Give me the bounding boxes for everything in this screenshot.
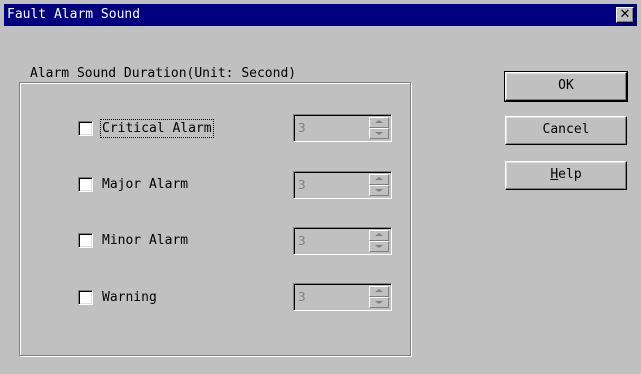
critical-alarm-decrement-button[interactable] [369,128,389,139]
fault-alarm-sound-dialog: Fault Alarm Sound ✕ Alarm Sound Duration… [0,0,641,374]
warning-checkbox[interactable] [78,290,93,305]
help-button[interactable]: Help [505,161,627,190]
arrow-up-icon [375,120,383,123]
critical-alarm-checkbox[interactable] [78,121,93,136]
help-label: elp [558,167,582,182]
critical-alarm-increment-button[interactable] [369,117,389,128]
alarm-row-minor: Minor Alarm [78,231,278,251]
minor-alarm-duration-value: 3 [298,234,306,248]
alarm-row-warning: Warning [78,288,278,308]
warning-label[interactable]: Warning [102,290,157,305]
window-title: Fault Alarm Sound [7,7,141,22]
arrow-down-icon [375,245,383,248]
arrow-up-icon [375,177,383,180]
cancel-button[interactable]: Cancel [505,116,627,145]
help-accelerator: H [550,167,559,182]
close-icon: ✕ [619,7,631,22]
arrow-down-icon [375,132,383,135]
minor-alarm-duration-spinner[interactable]: 3 [293,227,392,255]
critical-alarm-duration-spinner[interactable]: 3 [293,114,392,142]
arrow-down-icon [375,301,383,304]
close-button[interactable]: ✕ [616,7,634,23]
ok-button[interactable]: OK [504,71,628,102]
major-alarm-decrement-button[interactable] [369,185,389,196]
critical-alarm-duration-value: 3 [298,121,306,135]
arrow-up-icon [375,289,383,292]
major-alarm-increment-button[interactable] [369,174,389,185]
arrow-up-icon [375,233,383,236]
major-alarm-checkbox[interactable] [78,177,93,192]
warning-duration-spinner[interactable]: 3 [293,283,392,311]
minor-alarm-label[interactable]: Minor Alarm [102,233,188,248]
minor-alarm-checkbox[interactable] [78,233,93,248]
alarm-row-critical: Critical Alarm [78,119,278,139]
warning-duration-value: 3 [298,290,306,304]
major-alarm-label[interactable]: Major Alarm [102,177,188,192]
title-bar[interactable]: Fault Alarm Sound ✕ [4,4,637,26]
major-alarm-duration-spinner[interactable]: 3 [293,171,392,199]
warning-decrement-button[interactable] [369,297,389,308]
alarm-duration-group-label: Alarm Sound Duration(Unit: Second) [27,66,300,81]
major-alarm-duration-value: 3 [298,178,306,192]
minor-alarm-increment-button[interactable] [369,230,389,241]
alarm-row-major: Major Alarm [78,175,278,195]
critical-alarm-label[interactable]: Critical Alarm [100,119,214,138]
arrow-down-icon [375,189,383,192]
warning-increment-button[interactable] [369,286,389,297]
minor-alarm-decrement-button[interactable] [369,241,389,252]
